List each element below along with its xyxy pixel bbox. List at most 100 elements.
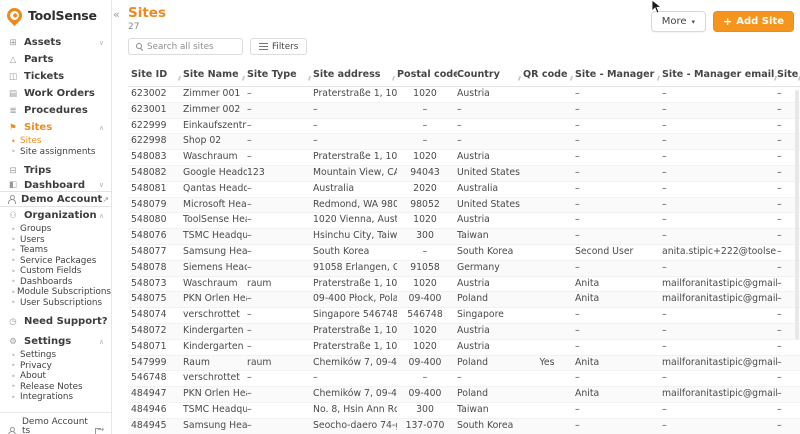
sidebar-subitem[interactable]: Dashboards xyxy=(0,277,111,288)
table-row[interactable]: 546748 verschrottet – – – – – – – xyxy=(128,371,800,388)
search-input[interactable] xyxy=(147,41,227,52)
table-row[interactable]: 548075 PKN Orlen Headquarters – 09-400 P… xyxy=(128,292,800,309)
table-row[interactable]: 548078 Siemens Headquarters – 91058 Erla… xyxy=(128,260,800,277)
cell-site-type: – xyxy=(247,372,252,384)
sidebar-item-tickets[interactable]: ◫ Tickets xyxy=(0,68,111,85)
table-row[interactable]: 548077 Samsung Headquarters – South Kore… xyxy=(128,245,800,261)
cell-postal-code: 137-070 xyxy=(405,419,445,431)
sidebar-item-settings[interactable]: ⚙ Settings ∧ xyxy=(0,333,111,350)
column-resize-handle-icon[interactable]: ∕∕ xyxy=(774,76,777,86)
column-resize-handle-icon[interactable]: ∕∕ xyxy=(178,76,181,86)
cell-country: Taiwan xyxy=(457,403,489,415)
cell-postal-code: – xyxy=(422,372,428,384)
column-resize-handle-icon[interactable]: ∕∕ xyxy=(242,76,245,86)
table-row[interactable]: 484945 Samsung Headquarters – Seocho-dae… xyxy=(128,418,800,434)
sidebar-subitem[interactable]: Module Subscriptions xyxy=(0,287,111,298)
sidebar-subitem-label: Dashboards xyxy=(20,276,73,287)
table-scrollbar[interactable] xyxy=(795,90,799,340)
sidebar-subitem[interactable]: Custom Fields xyxy=(0,266,111,277)
table-column-header[interactable]: Site ∕∕ xyxy=(777,62,800,86)
column-resize-handle-icon[interactable]: ∕∕ xyxy=(308,76,311,86)
column-resize-handle-icon[interactable]: ∕∕ xyxy=(657,76,660,86)
cell-country: Austria xyxy=(457,277,490,289)
add-site-button[interactable]: + Add Site xyxy=(713,11,794,32)
cell-site-manager: – xyxy=(575,324,580,336)
cell-site-manager: – xyxy=(575,309,580,321)
cell-country: Austria xyxy=(457,88,490,99)
sidebar-user-footer[interactable]: Demo Account ts – xyxy=(0,411,111,434)
table-row[interactable]: 623002 Zimmer 001 – Praterstraße 1, 1020… xyxy=(128,87,800,103)
table-column-header[interactable]: Country ∕∕ xyxy=(457,62,523,86)
table-row[interactable]: 548080 ToolSense Headquarters – 1020 Vie… xyxy=(128,213,800,230)
sidebar-subitem[interactable]: Teams xyxy=(0,245,111,256)
sidebar-item-trips[interactable]: ⊟ Trips xyxy=(0,162,111,179)
search-box[interactable] xyxy=(128,38,243,55)
sidebar-subitem[interactable]: About xyxy=(0,371,111,382)
table-column-header[interactable]: Site address ∕∕ xyxy=(313,62,397,86)
sidebar-subitem-site-assignments[interactable]: Site assignments xyxy=(0,147,111,158)
table-column-header[interactable]: QR code ∕∕ xyxy=(523,62,575,86)
table-column-header[interactable]: Site Name ∕∕ xyxy=(183,62,247,86)
cell-site-address: Praterstraße 1, 1020 xyxy=(313,340,397,352)
table-row[interactable]: 548072 Kindergarten – Praterstraße 1, 10… xyxy=(128,323,800,340)
toolbar: Filters xyxy=(128,38,800,55)
sidebar-collapse-icon[interactable]: « xyxy=(113,8,120,21)
column-resize-handle-icon[interactable]: ∕∕ xyxy=(570,76,573,86)
sidebar-subitem[interactable]: Groups xyxy=(0,224,111,235)
table-row[interactable]: 548076 TSMC Headquarters – Hsinchu City,… xyxy=(128,229,800,245)
cell-site-name: Qantas Headquarters xyxy=(183,182,247,194)
table-row[interactable]: 547999 Raum raum Chemików 7, 09-400 09-4… xyxy=(128,355,800,372)
table-row[interactable]: 548081 Qantas Headquarters – Australia 2… xyxy=(128,182,800,198)
brand-logo[interactable]: ToolSense xyxy=(0,0,111,30)
bullet-icon xyxy=(11,277,20,286)
sidebar-item-assets[interactable]: ⊞ Assets ∨ xyxy=(0,34,111,51)
table-row[interactable]: 548071 Kindergarten – Praterstraße 1, 10… xyxy=(128,340,800,356)
table-row[interactable]: 623001 Zimmer 002 – – – – – – – xyxy=(128,102,800,119)
sidebar-item-parts[interactable]: △ Parts xyxy=(0,51,111,68)
sidebar-item-organization[interactable]: ⚇ Organization ∧ xyxy=(0,207,111,224)
sidebar-subitem[interactable]: User Subscriptions xyxy=(0,298,111,309)
table-column-header[interactable]: Site Type ∕∕ xyxy=(247,62,313,86)
table-column-header[interactable]: Site - Manager email ∕∕ xyxy=(662,62,777,86)
sidebar-item-sites[interactable]: ⚑ Sites ∧ xyxy=(0,119,111,136)
table-row[interactable]: 548074 verschrottet – Singapore 546748 5… xyxy=(128,308,800,324)
table-column-header[interactable]: Site - Manager ∕∕ xyxy=(575,62,662,86)
sidebar-subitem[interactable]: Service Packages xyxy=(0,256,111,267)
sidebar-subitem[interactable]: Release Notes xyxy=(0,382,111,393)
sidebar-subitem[interactable]: Privacy xyxy=(0,361,111,372)
table-column-header[interactable]: Site ID ∕∕ xyxy=(128,62,183,86)
column-resize-handle-icon[interactable]: ∕∕ xyxy=(392,76,395,86)
cell-qr-code xyxy=(523,182,575,197)
cell-site-id: 548074 xyxy=(131,309,167,321)
cell-site-type: – xyxy=(247,103,252,115)
sidebar-subitem[interactable]: Users xyxy=(0,235,111,246)
sidebar-item-work-orders[interactable]: ▤ Work Orders xyxy=(0,85,111,102)
table-row[interactable]: 484947 PKN Orlen Headquarters – Chemików… xyxy=(128,387,800,403)
sidebar-subitem-sites[interactable]: Sites xyxy=(0,136,111,147)
sidebar-item-demo-account[interactable]: Demo Account ↗ xyxy=(0,191,111,207)
sidebar-item-procedures[interactable]: ≣ Procedures xyxy=(0,102,111,119)
column-header-label: Site - Manager email xyxy=(662,68,775,80)
table-column-header[interactable]: Postal code ∕∕ xyxy=(397,62,457,86)
cell-site-name: TSMC Headquarters xyxy=(183,230,247,242)
cell-country: – xyxy=(457,372,462,384)
sidebar-item-need-support[interactable]: ◷ Need Support? xyxy=(0,313,111,330)
table-row[interactable]: 484946 TSMC Headquarters – No. 8, Hsin A… xyxy=(128,403,800,419)
table-row[interactable]: 548083 Waschraum – Praterstraße 1, 1020 … xyxy=(128,150,800,166)
table-row[interactable]: 548082 Google Headquarters 123 Mountain … xyxy=(128,165,800,182)
table-row[interactable]: 622998 Shop 02 – – – – – – – xyxy=(128,134,800,151)
more-button[interactable]: More ▾ xyxy=(650,11,707,32)
logout-icon[interactable] xyxy=(94,425,105,434)
filters-button[interactable]: Filters xyxy=(250,38,308,55)
sidebar-item-dashboard[interactable]: ◧ Dashboard ∨ xyxy=(0,179,111,191)
table-row[interactable]: 548079 Microsoft Headquarters – Redmond,… xyxy=(128,197,800,214)
sidebar-subitem[interactable]: Integrations xyxy=(0,392,111,403)
chevron-up-icon: ∧ xyxy=(98,337,104,346)
sidebar-subitem[interactable]: Settings xyxy=(0,350,111,361)
cell-country: Australia xyxy=(457,182,499,194)
cell-site-manager-email: – xyxy=(662,103,667,115)
table-row[interactable]: 622999 Einkaufszentrum – – – – – – – xyxy=(128,119,800,135)
cell-site-address: – xyxy=(313,135,318,147)
column-resize-handle-icon[interactable]: ∕∕ xyxy=(518,76,521,86)
table-row[interactable]: 548073 Waschraum raum Praterstraße 1, 10… xyxy=(128,277,800,293)
